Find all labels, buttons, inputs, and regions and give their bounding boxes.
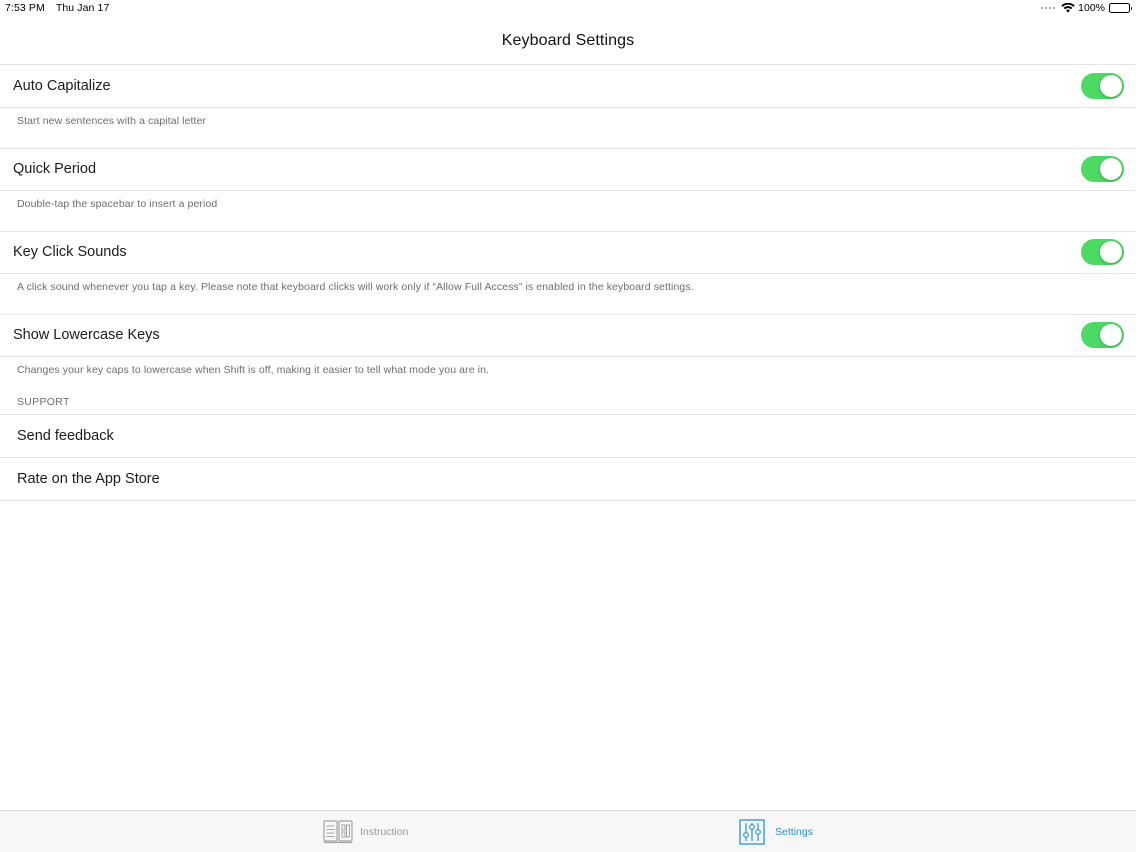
page-title: Keyboard Settings xyxy=(501,31,635,49)
link-label: Send feedback xyxy=(17,428,114,444)
tab-instruction[interactable]: Instruction xyxy=(323,811,408,852)
key-click-sounds-toggle[interactable] xyxy=(1081,239,1124,265)
setting-row-auto-capitalize: Auto Capitalize xyxy=(0,65,1136,108)
status-bar: 7:53 PM Thu Jan 17 100% xyxy=(0,0,1136,17)
status-date: Thu Jan 17 xyxy=(55,2,110,14)
sliders-icon xyxy=(739,819,765,845)
auto-capitalize-toggle[interactable] xyxy=(1081,73,1124,99)
toggle-knob xyxy=(1100,158,1122,180)
setting-label: Show Lowercase Keys xyxy=(13,327,160,343)
support-section-header: SUPPORT xyxy=(17,396,70,408)
setting-row-show-lowercase-keys: Show Lowercase Keys xyxy=(0,314,1136,357)
tab-label: Settings xyxy=(775,826,813,838)
toggle-knob xyxy=(1100,324,1122,346)
rate-app-store-button[interactable]: Rate on the App Store xyxy=(0,458,1136,501)
setting-description: A click sound whenever you tap a key. Pl… xyxy=(17,281,694,293)
send-feedback-button[interactable]: Send feedback xyxy=(0,415,1136,458)
setting-row-quick-period: Quick Period xyxy=(0,148,1136,191)
wifi-icon xyxy=(1061,3,1075,13)
battery-percent: 100% xyxy=(1078,2,1105,14)
show-lowercase-keys-toggle[interactable] xyxy=(1081,322,1124,348)
keyboard-settings-screen: 7:53 PM Thu Jan 17 100% Keyboard Setting… xyxy=(0,0,1136,852)
setting-label: Auto Capitalize xyxy=(13,78,111,94)
signal-dots-icon xyxy=(1041,7,1056,9)
toggle-knob xyxy=(1100,241,1122,263)
setting-row-key-click-sounds: Key Click Sounds xyxy=(0,231,1136,274)
setting-description: Changes your key caps to lowercase when … xyxy=(17,364,490,376)
status-right: 100% xyxy=(1041,2,1132,14)
navigation-bar: Keyboard Settings xyxy=(0,17,1136,65)
tab-label: Instruction xyxy=(360,826,409,838)
toggle-knob xyxy=(1100,75,1122,97)
tab-settings[interactable]: Settings xyxy=(738,811,813,852)
status-left: 7:53 PM Thu Jan 17 xyxy=(5,2,109,14)
quick-period-toggle[interactable] xyxy=(1081,156,1124,182)
status-time: 7:53 PM xyxy=(5,2,45,14)
battery-icon xyxy=(1109,3,1132,13)
tab-bar: Instruction Settings xyxy=(0,810,1136,852)
setting-label: Key Click Sounds xyxy=(13,244,127,260)
book-icon xyxy=(323,820,353,844)
setting-description: Start new sentences with a capital lette… xyxy=(17,115,207,127)
setting-label: Quick Period xyxy=(13,161,97,177)
link-label: Rate on the App Store xyxy=(17,471,160,487)
setting-description: Double-tap the spacebar to insert a peri… xyxy=(17,198,218,210)
